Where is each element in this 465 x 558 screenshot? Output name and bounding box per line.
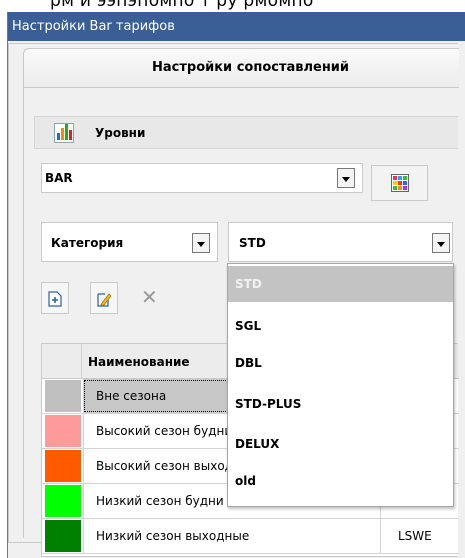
room-type-value: STD — [239, 236, 266, 250]
column-header-name: Наименование — [88, 355, 190, 369]
row-color-swatch — [45, 415, 81, 447]
row-code: LSWE — [398, 529, 432, 543]
bar-select[interactable]: BAR — [41, 163, 363, 193]
add-doc-icon — [48, 291, 62, 307]
delete-x-icon: ✕ — [141, 285, 158, 309]
color-grid-button[interactable] — [371, 165, 428, 201]
room-type-select[interactable]: STD — [228, 222, 453, 262]
window-title: Настройки Bar тарифов — [8, 12, 465, 41]
row-name: Низкий сезон будни — [96, 494, 224, 508]
dropdown-option-std[interactable]: STD — [228, 266, 453, 302]
row-name: Вне сезона — [96, 389, 167, 403]
dropdown-option-delux[interactable]: DELUX — [228, 426, 453, 462]
row-color-swatch — [45, 520, 81, 552]
dropdown-option-sgl[interactable]: SGL — [228, 308, 453, 344]
table-row[interactable]: Низкий сезон выходные LSWE — [42, 519, 459, 554]
color-grid-icon — [391, 174, 409, 192]
background-text: рм и ээпэпомпо т ру рмомпо — [50, 0, 314, 11]
bar-select-value: BAR — [45, 171, 73, 185]
row-name: Высокий сезон будни — [96, 424, 233, 438]
category-select[interactable]: Категория — [41, 222, 218, 262]
top-strip: рм и ээпэпомпо т ру рмомпо — [0, 0, 465, 12]
dropdown-option-dbl[interactable]: DBL — [228, 345, 453, 381]
tab-mappings[interactable]: Настройки сопоставлений — [23, 48, 459, 88]
add-button[interactable] — [41, 282, 69, 314]
levels-header: Уровни — [34, 116, 458, 149]
tab-title: Настройки сопоставлений — [152, 60, 350, 75]
levels-title: Уровни — [95, 126, 146, 140]
room-type-dropdown-arrow-icon[interactable] — [432, 233, 450, 253]
edit-button[interactable] — [90, 282, 118, 314]
delete-button[interactable]: ✕ — [136, 282, 164, 314]
row-name: Низкий сезон выходные — [96, 529, 250, 543]
row-color-swatch — [45, 450, 81, 482]
bar-dropdown-arrow-icon[interactable] — [337, 168, 355, 188]
room-type-dropdown-list: STD SGL DBL STD-PLUS DELUX old — [227, 263, 454, 507]
bar-chart-icon — [54, 123, 74, 143]
row-color-swatch — [45, 380, 81, 412]
category-label: Категория — [51, 236, 124, 250]
dropdown-option-std-plus[interactable]: STD-PLUS — [228, 386, 453, 422]
header-gutter — [42, 344, 82, 379]
row-color-swatch — [45, 485, 81, 517]
edit-pencil-icon — [97, 293, 111, 307]
category-dropdown-arrow-icon[interactable] — [192, 233, 210, 253]
dropdown-option-old[interactable]: old — [228, 463, 453, 499]
